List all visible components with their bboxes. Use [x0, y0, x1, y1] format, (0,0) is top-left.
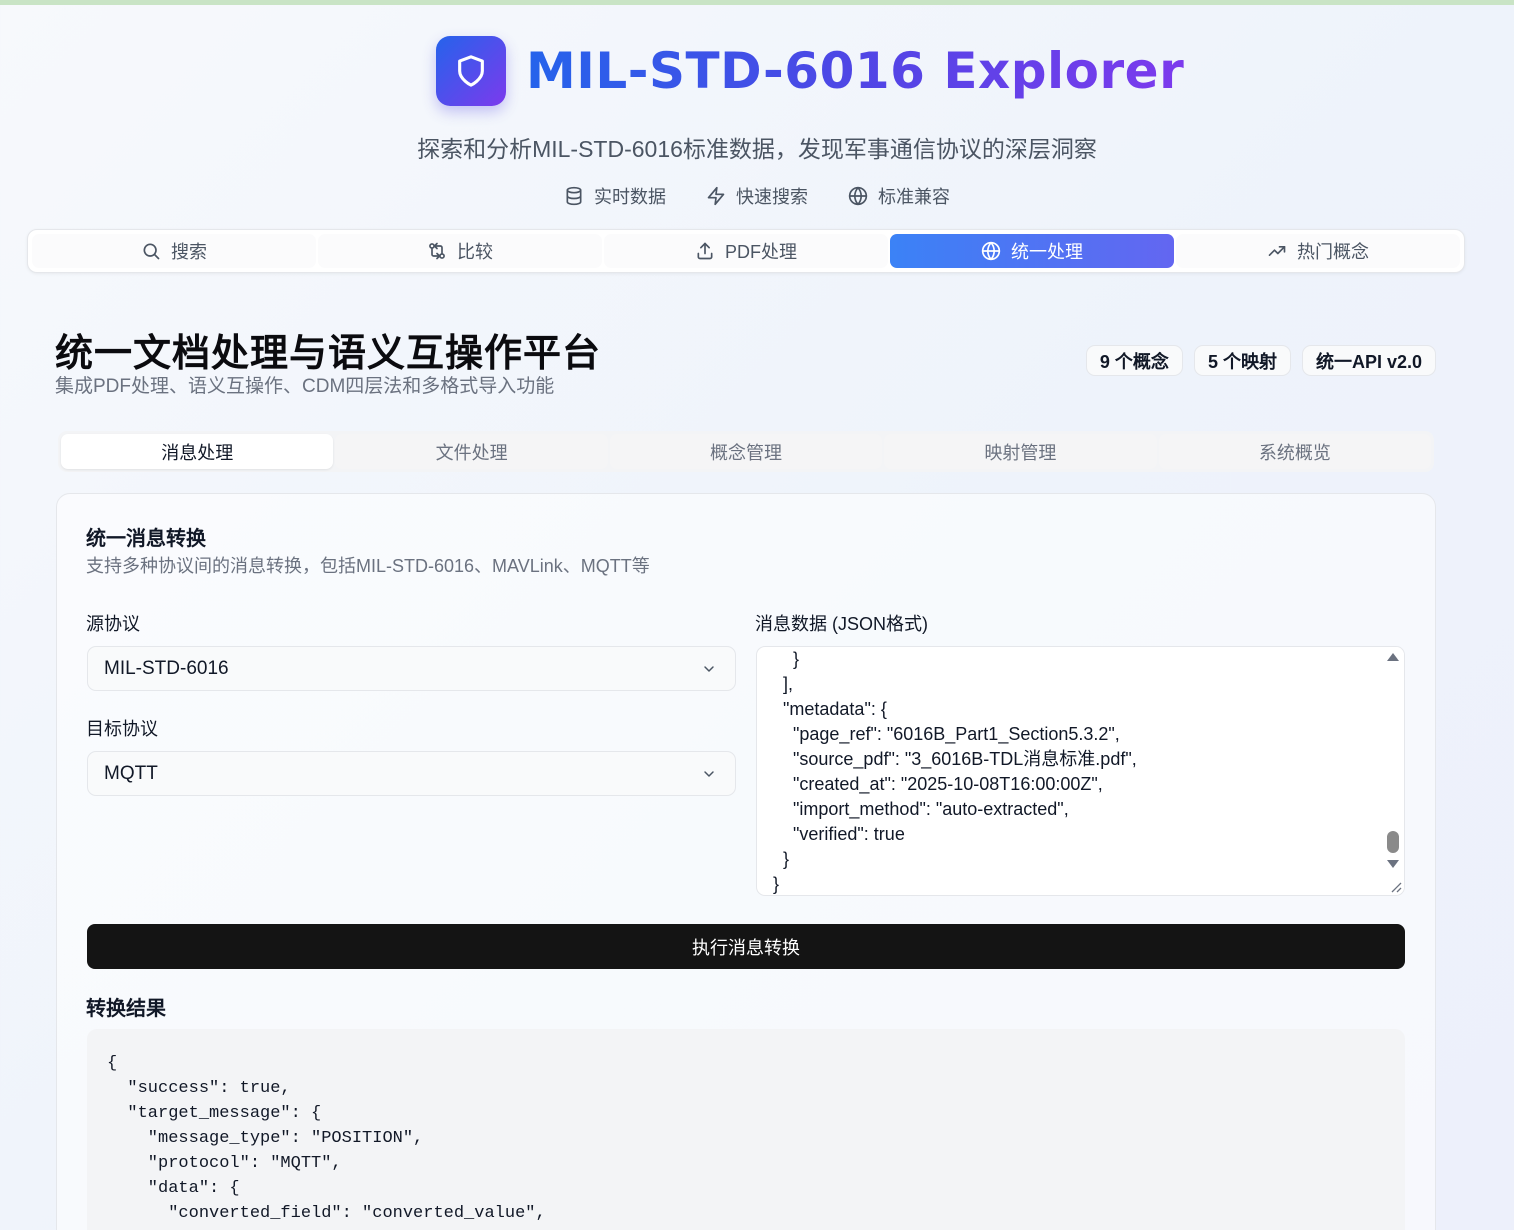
card-description: 支持多种协议间的消息转换，包括MIL-STD-6016、MAVLink、MQTT…: [86, 556, 650, 576]
api-version-badge: 统一API v2.0: [1301, 345, 1436, 376]
feature-realtime: 实时数据: [564, 183, 666, 209]
tab-unified[interactable]: 统一处理: [890, 234, 1174, 268]
lightning-icon: [707, 186, 725, 206]
result-title: 转换结果: [86, 998, 166, 1020]
brand-logo: [436, 36, 506, 106]
tab-label: PDF处理: [725, 242, 797, 262]
subtab-mapping[interactable]: 映射管理: [884, 434, 1157, 469]
globe-icon: [981, 241, 1001, 261]
source-protocol-select[interactable]: MIL-STD-6016: [87, 646, 736, 691]
subtab-concept[interactable]: 概念管理: [609, 434, 883, 469]
feature-label: 标准兼容: [878, 187, 950, 207]
app-title: MIL-STD-6016 Explorer: [526, 42, 1185, 100]
tab-trending[interactable]: 热门概念: [1176, 234, 1460, 268]
upload-icon: [697, 242, 713, 260]
source-protocol-label: 源协议: [86, 614, 140, 634]
tab-label: 统一处理: [1011, 242, 1083, 262]
tab-search[interactable]: 搜索: [32, 234, 316, 268]
compare-icon: [429, 242, 445, 260]
feature-list: 实时数据 快速搜索 标准兼容: [0, 183, 1514, 209]
window-top-strip: [0, 0, 1514, 5]
resize-handle-icon[interactable]: [1388, 879, 1402, 893]
tab-label: 搜索: [171, 242, 207, 262]
feature-label: 实时数据: [594, 187, 666, 207]
message-json-textarea[interactable]: } ], "metadata": { "page_ref": "6016B_Pa…: [756, 646, 1405, 896]
tab-label: 热门概念: [1297, 242, 1369, 262]
message-data-label: 消息数据 (JSON格式): [755, 614, 928, 634]
page-title: 统一文档处理与语义互操作平台: [55, 333, 602, 375]
database-icon: [566, 186, 582, 206]
subtab-message[interactable]: 消息处理: [61, 434, 334, 469]
scroll-down-arrow-icon[interactable]: [1387, 860, 1399, 868]
brand-header: MIL-STD-6016 Explorer: [436, 36, 1184, 106]
shield-icon: [458, 55, 484, 87]
tab-label: 比较: [457, 242, 493, 262]
result-output: { "success": true, "target_message": { "…: [87, 1029, 1405, 1230]
page-subtitle: 集成PDF处理、语义互操作、CDM四层法和多格式导入功能: [55, 376, 555, 397]
scroll-thumb[interactable]: [1387, 831, 1399, 853]
execute-conversion-button[interactable]: 执行消息转换: [87, 924, 1405, 969]
chevron-down-icon: [704, 771, 714, 777]
globe-icon: [848, 186, 868, 206]
sub-tabs: 消息处理 文件处理 概念管理 映射管理 系统概览: [58, 431, 1434, 472]
trending-icon: [1268, 246, 1286, 256]
subtab-overview[interactable]: 系统概览: [1158, 434, 1432, 469]
concept-count-badge: 9 个概念: [1085, 345, 1183, 376]
select-value: MQTT: [104, 762, 158, 784]
search-icon: [143, 243, 160, 260]
main-nav: 搜索 比较 PDF处理 统一处理 热门概念: [27, 229, 1465, 273]
target-protocol-select[interactable]: MQTT: [87, 751, 736, 796]
feature-standard: 标准兼容: [848, 183, 950, 209]
scroll-up-arrow-icon[interactable]: [1387, 653, 1399, 661]
textarea-scrollbar[interactable]: [1384, 647, 1404, 895]
result-json: { "success": true, "target_message": { "…: [107, 1054, 546, 1230]
chevron-down-icon: [704, 666, 714, 672]
app-subtitle: 探索和分析MIL-STD-6016标准数据，发现军事通信协议的深层洞察: [417, 136, 1097, 162]
feature-fast-search: 快速搜索: [706, 183, 808, 209]
target-protocol-label: 目标协议: [86, 719, 158, 739]
mapping-count-badge: 5 个映射: [1193, 345, 1291, 376]
stats-badges: 9 个概念 5 个映射 统一API v2.0: [1085, 345, 1436, 376]
tab-compare[interactable]: 比较: [318, 234, 602, 268]
feature-label: 快速搜索: [736, 187, 808, 207]
json-content: } ], "metadata": { "page_ref": "6016B_Pa…: [773, 649, 1137, 894]
tab-pdf[interactable]: PDF处理: [604, 234, 888, 268]
card-title: 统一消息转换: [86, 528, 206, 550]
subtab-file[interactable]: 文件处理: [335, 434, 608, 469]
select-value: MIL-STD-6016: [104, 657, 229, 679]
